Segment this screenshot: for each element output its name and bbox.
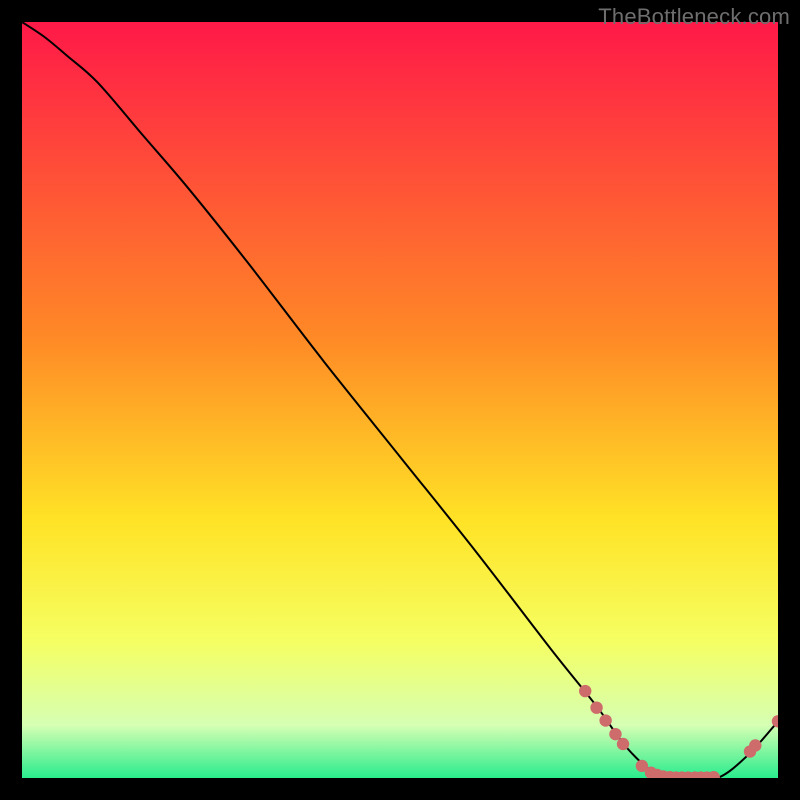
bottleneck-chart-svg xyxy=(22,22,778,778)
gradient-background xyxy=(22,22,778,778)
data-marker xyxy=(599,714,611,726)
data-marker xyxy=(617,738,629,750)
data-marker xyxy=(609,728,621,740)
watermark-label: TheBottleneck.com xyxy=(598,4,790,30)
data-marker xyxy=(749,739,761,751)
data-marker xyxy=(590,701,602,713)
data-marker xyxy=(579,685,591,697)
chart-stage: TheBottleneck.com xyxy=(0,0,800,800)
plot-area xyxy=(22,22,778,778)
